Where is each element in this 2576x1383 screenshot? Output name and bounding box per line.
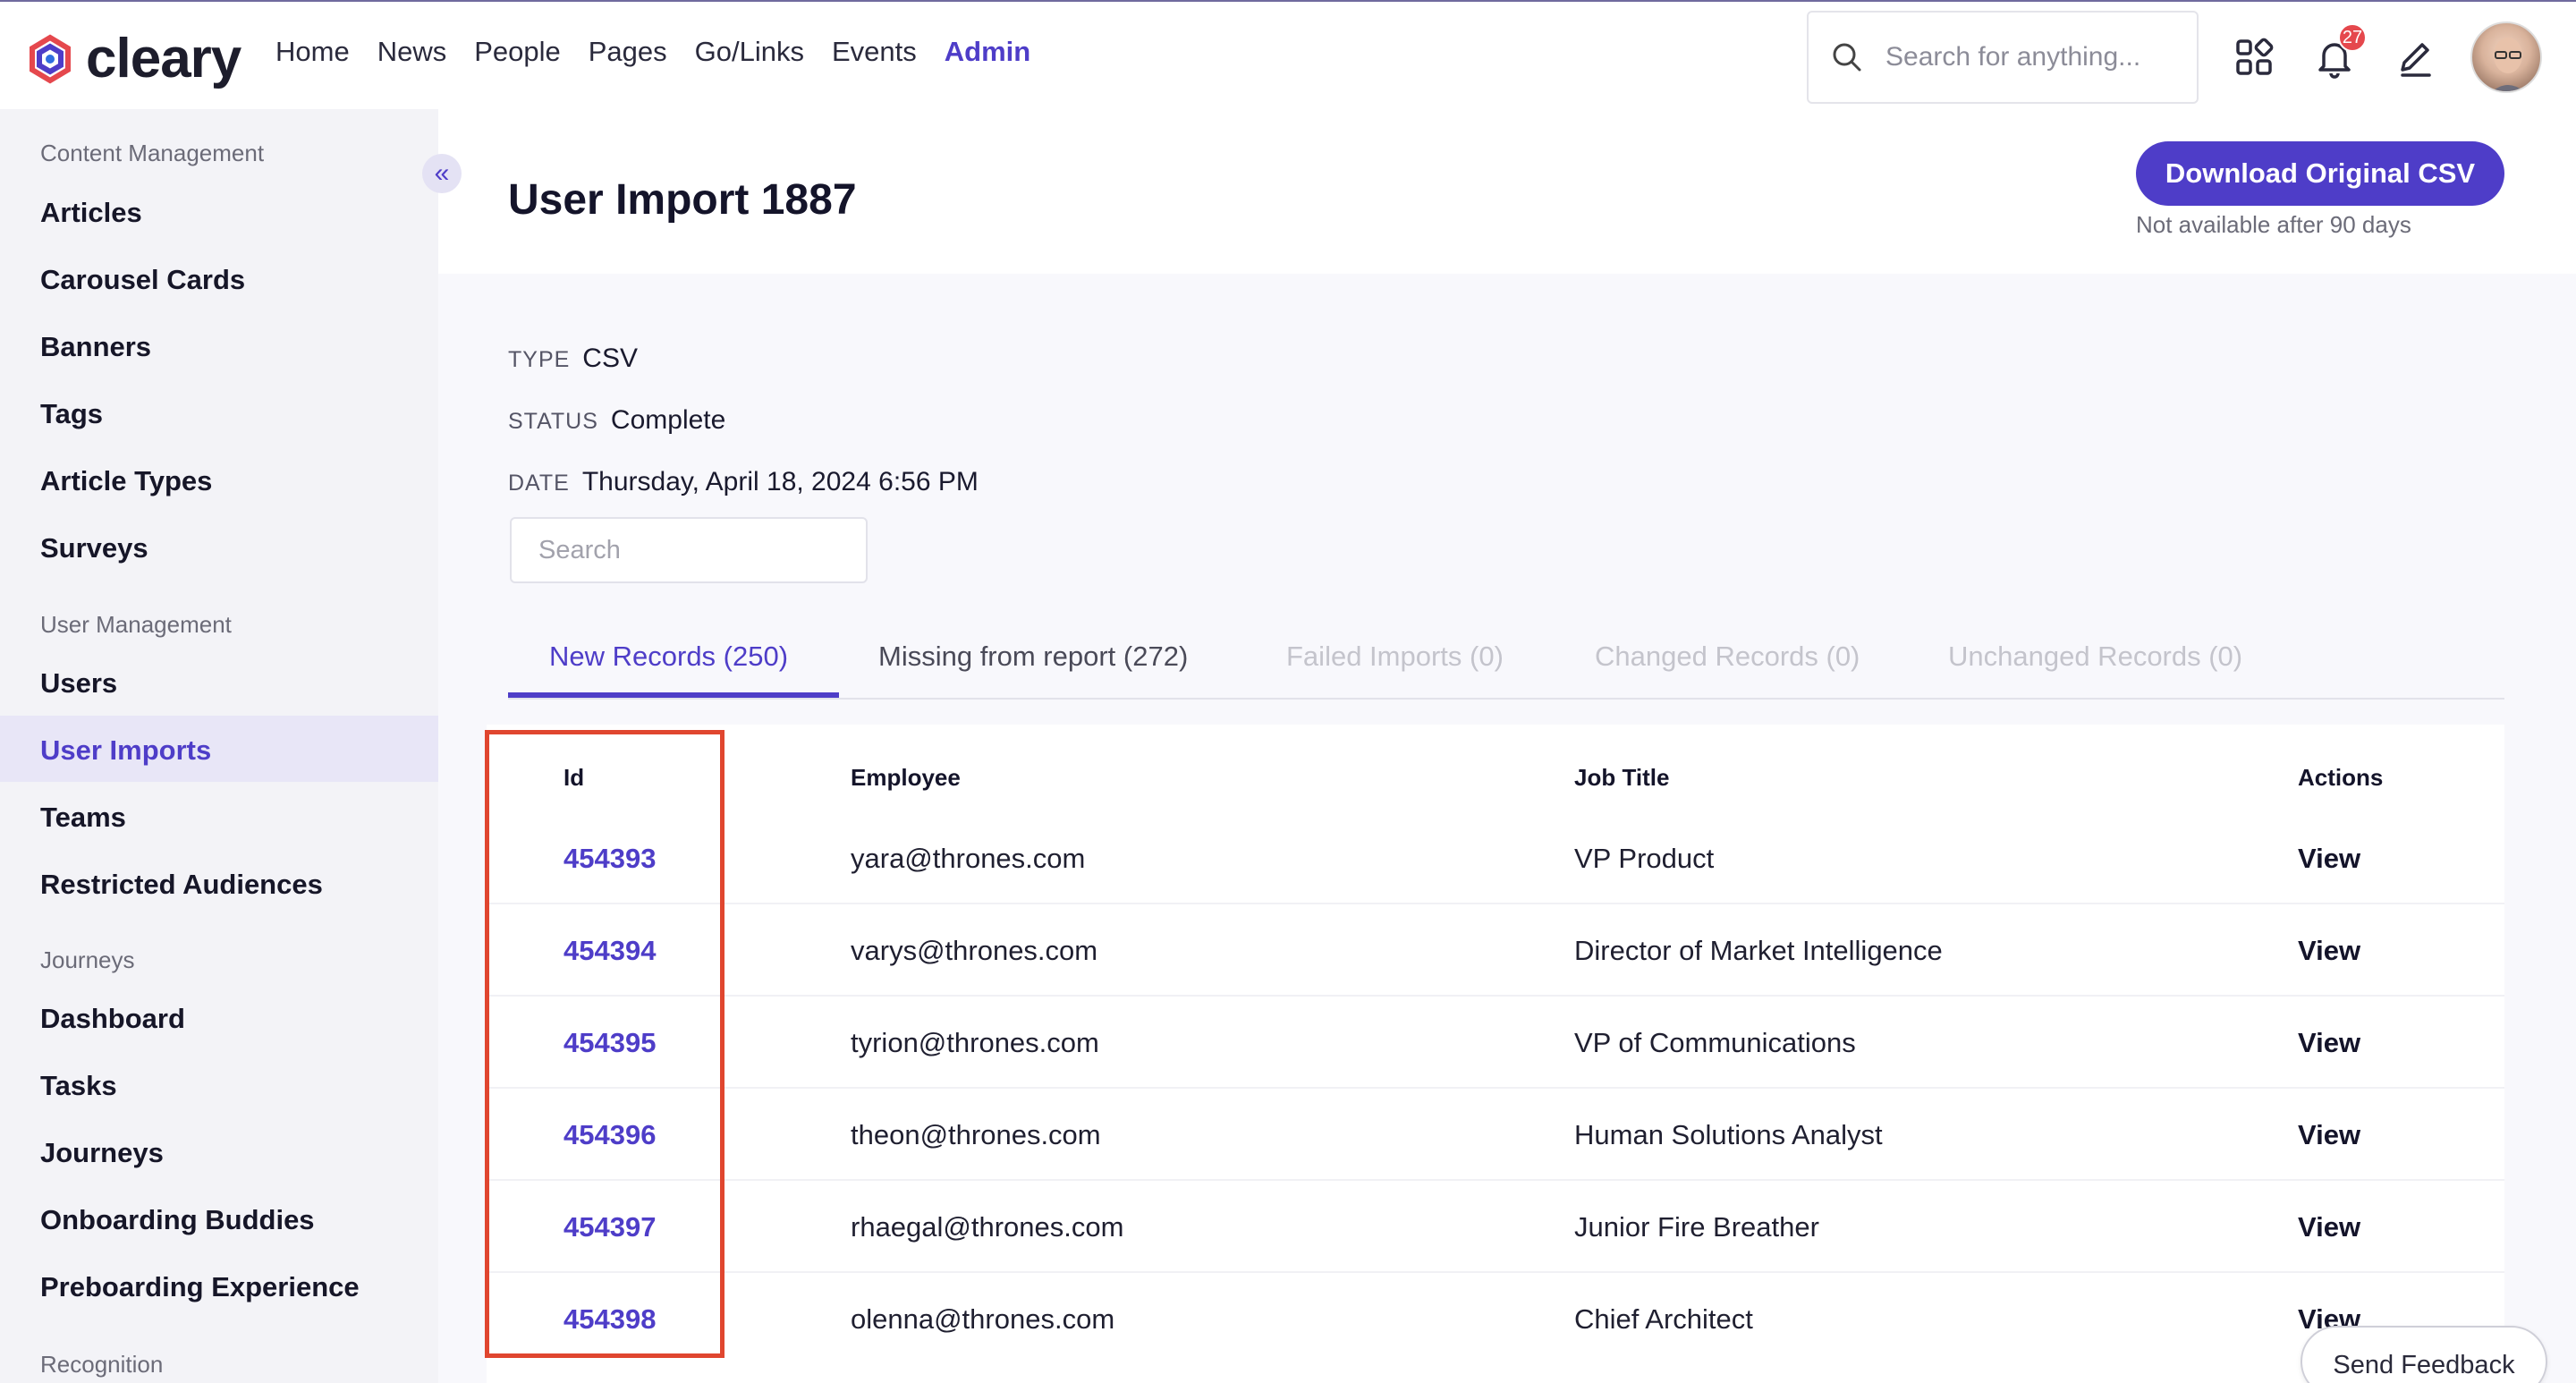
job-title: Director of Market Intelligence — [1574, 935, 1943, 966]
sidebar-item-preboarding-experience[interactable]: Preboarding Experience — [40, 1271, 360, 1303]
nav-people[interactable]: People — [474, 36, 561, 68]
column-header-id: Id — [564, 764, 585, 791]
download-availability-note: Not available after 90 days — [2136, 211, 2411, 238]
tab-failed-imports[interactable]: Failed Imports (0) — [1286, 641, 1504, 673]
page-title: User Import 1887 — [508, 176, 857, 224]
column-header-job-title: Job Title — [1574, 764, 1670, 791]
sidebar-item-onboarding-buddies[interactable]: Onboarding Buddies — [40, 1204, 315, 1236]
employee-email: varys@thrones.com — [851, 935, 1098, 966]
meta-type-label: TYPE — [508, 347, 571, 372]
meta-status-label: STATUS — [508, 409, 598, 434]
collapse-sidebar-button[interactable]: « — [422, 154, 462, 193]
pencil-icon[interactable] — [2394, 36, 2436, 79]
cleary-logo[interactable]: cleary — [25, 27, 242, 90]
record-id-link[interactable]: 454394 — [564, 935, 656, 967]
sidebar-item-dashboard[interactable]: Dashboard — [40, 1003, 185, 1035]
record-id-link[interactable]: 454397 — [564, 1211, 656, 1243]
nav-golinks[interactable]: Go/Links — [695, 36, 804, 68]
view-record-link[interactable]: View — [2298, 1119, 2360, 1151]
sidebar-section-recognition: Recognition — [40, 1351, 164, 1378]
sidebar-section-content-management: Content Management — [40, 140, 265, 166]
employee-email: yara@thrones.com — [851, 843, 1086, 874]
sidebar-item-article-types[interactable]: Article Types — [40, 465, 212, 497]
job-title: VP of Communications — [1574, 1027, 1856, 1058]
global-search[interactable] — [1807, 11, 2199, 104]
meta-date: DATE Thursday, April 18, 2024 6:56 PM — [508, 467, 979, 497]
sidebar-item-users[interactable]: Users — [40, 667, 117, 700]
sidebar-item-user-imports[interactable]: User Imports — [40, 734, 211, 767]
download-original-csv-button[interactable]: Download Original CSV — [2136, 141, 2504, 206]
meta-date-value: Thursday, April 18, 2024 6:56 PM — [581, 467, 979, 496]
tab-new-records[interactable]: New Records (250) — [549, 641, 788, 673]
user-avatar-image — [2492, 38, 2524, 91]
admin-sidebar: Content Management Articles Carousel Car… — [0, 109, 438, 1383]
apps-grid-icon[interactable] — [2233, 36, 2275, 79]
column-header-employee: Employee — [851, 764, 961, 791]
sidebar-item-carousel-cards[interactable]: Carousel Cards — [40, 264, 245, 296]
sidebar-item-tags[interactable]: Tags — [40, 398, 103, 430]
sidebar-section-journeys: Journeys — [40, 946, 135, 973]
employee-email: tyrion@thrones.com — [851, 1027, 1099, 1058]
main-nav: Home News People Pages Go/Links Events A… — [275, 36, 1058, 68]
meta-status: STATUS Complete — [508, 405, 725, 436]
tab-missing-from-report[interactable]: Missing from report (272) — [878, 641, 1188, 673]
record-id-link[interactable]: 454396 — [564, 1119, 656, 1151]
sidebar-item-restricted-audiences[interactable]: Restricted Audiences — [40, 869, 323, 901]
record-id-link[interactable]: 454395 — [564, 1027, 656, 1059]
sidebar-item-tasks[interactable]: Tasks — [40, 1070, 117, 1102]
avatar[interactable] — [2470, 21, 2542, 93]
view-record-link[interactable]: View — [2298, 935, 2360, 967]
job-title: VP Product — [1574, 843, 1715, 874]
view-record-link[interactable]: View — [2298, 843, 2360, 875]
column-header-actions: Actions — [2298, 764, 2384, 791]
send-feedback-button[interactable]: Send Feedback — [2301, 1326, 2547, 1383]
employee-email: rhaegal@thrones.com — [851, 1211, 1124, 1243]
job-title: Chief Architect — [1574, 1303, 1753, 1335]
table-row: 454395 tyrion@thrones.com VP of Communic… — [487, 997, 2504, 1089]
table-row: 454394 varys@thrones.com Director of Mar… — [487, 904, 2504, 997]
employee-email: olenna@thrones.com — [851, 1303, 1115, 1335]
sidebar-item-banners[interactable]: Banners — [40, 331, 151, 363]
notification-count-badge: 27 — [2338, 23, 2367, 52]
double-chevron-left-icon: « — [434, 158, 450, 188]
table-row: 454396 theon@thrones.com Human Solutions… — [487, 1089, 2504, 1181]
sidebar-item-teams[interactable]: Teams — [40, 802, 126, 834]
active-tab-underline — [508, 692, 839, 698]
job-title: Junior Fire Breather — [1574, 1211, 1819, 1243]
nav-pages[interactable]: Pages — [589, 36, 667, 68]
meta-date-label: DATE — [508, 471, 570, 496]
import-tabs: New Records (250) Missing from report (2… — [508, 626, 2504, 700]
nav-events[interactable]: Events — [832, 36, 917, 68]
sidebar-item-surveys[interactable]: Surveys — [40, 532, 148, 564]
view-record-link[interactable]: View — [2298, 1027, 2360, 1059]
meta-type: TYPE CSV — [508, 344, 638, 374]
brand-name: cleary — [86, 28, 242, 89]
cleary-logo-icon — [30, 34, 71, 83]
table-row: 454398 olenna@thrones.com Chief Architec… — [487, 1273, 2504, 1365]
meta-type-value: CSV — [582, 344, 638, 373]
nav-admin[interactable]: Admin — [945, 36, 1030, 68]
global-search-input[interactable] — [1885, 42, 2172, 72]
tab-unchanged-records[interactable]: Unchanged Records (0) — [1948, 641, 2242, 673]
record-id-link[interactable]: 454393 — [564, 843, 656, 875]
view-record-link[interactable]: View — [2298, 1211, 2360, 1243]
table-row: 454397 rhaegal@thrones.com Junior Fire B… — [487, 1181, 2504, 1273]
job-title: Human Solutions Analyst — [1574, 1119, 1883, 1150]
top-navbar: cleary Home News People Pages Go/Links E… — [0, 2, 2576, 109]
sidebar-item-journeys[interactable]: Journeys — [40, 1137, 164, 1169]
sidebar-item-articles[interactable]: Articles — [40, 197, 142, 229]
sidebar-section-user-management: User Management — [40, 611, 232, 638]
nav-home[interactable]: Home — [275, 36, 350, 68]
records-search-input[interactable] — [510, 517, 868, 583]
table-row: 454393 yara@thrones.com VP Product View — [487, 812, 2504, 904]
meta-status-value: Complete — [610, 405, 726, 435]
employee-email: theon@thrones.com — [851, 1119, 1101, 1150]
search-icon — [1833, 43, 1861, 72]
nav-news[interactable]: News — [377, 36, 447, 68]
record-id-link[interactable]: 454398 — [564, 1303, 656, 1336]
tab-changed-records[interactable]: Changed Records (0) — [1595, 641, 1860, 673]
records-table: Id Employee Job Title Actions 454393 yar… — [487, 725, 2504, 1383]
